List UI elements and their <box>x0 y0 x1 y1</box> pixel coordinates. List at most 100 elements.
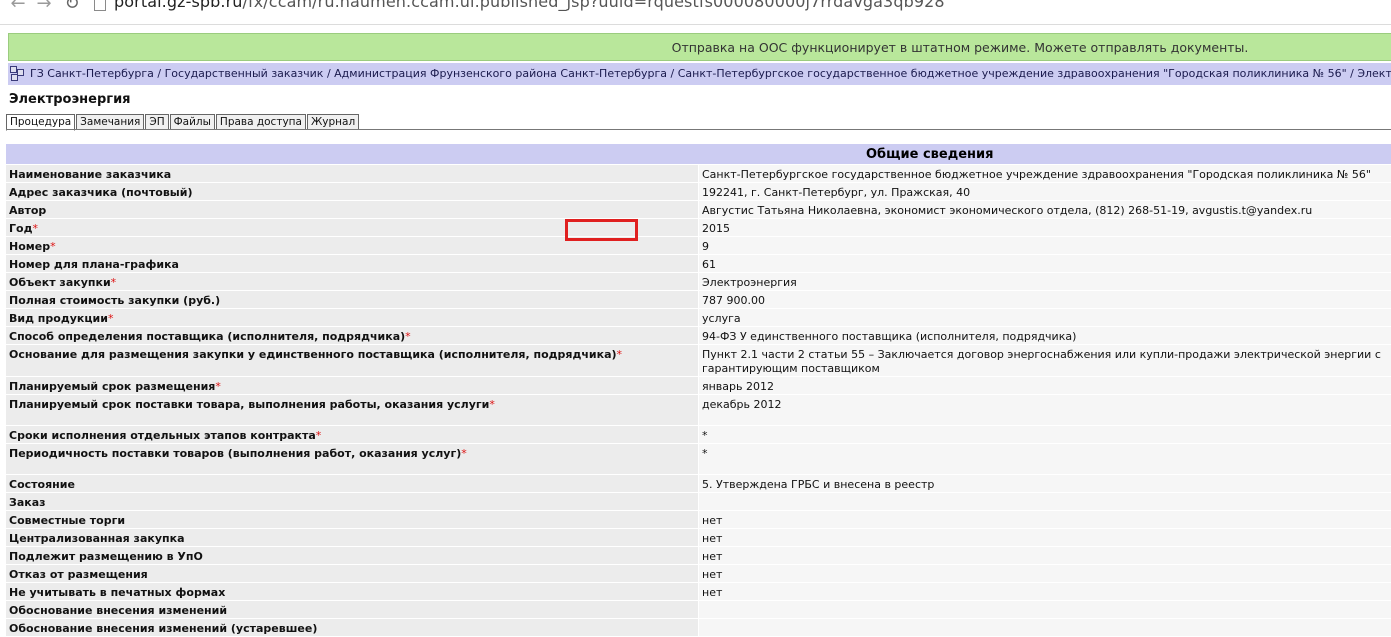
back-arrow-icon[interactable]: ← <box>8 0 28 14</box>
field-value: 192241, г. Санкт-Петербург, ул. Пражская… <box>699 183 1391 201</box>
field-label-text: Обоснование внесения изменений <box>9 604 227 617</box>
table-row: Обоснование внесения изменений (устаревш… <box>6 619 1391 637</box>
required-asterisk: * <box>461 447 467 460</box>
field-label-text: Не учитывать в печатных формах <box>9 586 225 599</box>
table-row: Номер*9 <box>6 237 1391 255</box>
field-label-text: Основание для размещения закупки у единс… <box>9 348 617 361</box>
required-asterisk: * <box>316 429 322 442</box>
field-label-text: Заказ <box>9 496 46 509</box>
tab-divider <box>6 129 1391 130</box>
field-label-text: Объект закупки <box>9 276 111 289</box>
field-label-text: Номер для плана-графика <box>9 258 179 271</box>
field-label-text: Адрес заказчика (почтовый) <box>9 186 192 199</box>
page-icon <box>94 0 106 11</box>
table-row: Обоснование внесения изменений <box>6 601 1391 619</box>
field-label: Обоснование внесения изменений <box>6 601 699 619</box>
field-label-text: Сроки исполнения отдельных этапов контра… <box>9 429 316 442</box>
table-row: Периодичность поставки товаров (выполнен… <box>6 444 1391 475</box>
field-label: Основание для размещения закупки у единс… <box>6 345 699 377</box>
field-label: Номер* <box>6 237 699 255</box>
field-label: Номер для плана-графика <box>6 255 699 273</box>
field-label-text: Год <box>9 222 32 235</box>
tab-journal[interactable]: Журнал <box>307 114 359 130</box>
table-row: Отказ от размещениянет <box>6 565 1391 583</box>
field-label-text: Планируемый срок размещения <box>9 380 215 393</box>
field-value: 5. Утверждена ГРБС и внесена в реестр <box>699 475 1391 493</box>
table-row: Централизованная закупка нет <box>6 529 1391 547</box>
url-path: /fx/ccam/ru.naumen.ccam.ui.published_jsp… <box>243 0 945 11</box>
breadcrumb: ГЗ Санкт-Петербурга / Государственный за… <box>8 63 1391 85</box>
table-row: Объект закупки*Электроэнергия <box>6 273 1391 291</box>
field-value: 61 <box>699 255 1391 273</box>
field-label-text: Подлежит размещению в УпО <box>9 550 203 563</box>
field-value: нет <box>699 547 1391 565</box>
table-row: Вид продукции*услуга <box>6 309 1391 327</box>
field-value: Августис Татьяна Николаевна, экономист э… <box>699 201 1391 219</box>
table-row: Заказ <box>6 493 1391 511</box>
field-value: * <box>699 444 1391 475</box>
field-value: 787 900.00 <box>699 291 1391 309</box>
field-label: Отказ от размещения <box>6 565 699 583</box>
field-label: Совместные торги <box>6 511 699 529</box>
field-value: 9 <box>699 237 1391 255</box>
table-row: Год*2015 <box>6 219 1391 237</box>
table-row: Наименование заказчикаСанкт-Петербургско… <box>6 165 1391 183</box>
tab-remarks[interactable]: Замечания <box>76 114 144 130</box>
address-bar[interactable]: portal.gz-spb.ru/fx/ccam/ru.naumen.ccam.… <box>114 0 945 11</box>
field-label: Заказ <box>6 493 699 511</box>
field-value <box>699 601 1391 619</box>
field-label: Сроки исполнения отдельных этапов контра… <box>6 426 699 444</box>
field-label: Централизованная закупка <box>6 529 699 547</box>
field-value: * <box>699 426 1391 444</box>
table-row: АвторАвгустис Татьяна Николаевна, эконом… <box>6 201 1391 219</box>
table-row: Способ определения поставщика (исполните… <box>6 327 1391 345</box>
field-label-text: Наименование заказчика <box>9 168 171 181</box>
field-label-text: Централизованная закупка <box>9 532 185 545</box>
field-value <box>699 493 1391 511</box>
field-label: Подлежит размещению в УпО <box>6 547 699 565</box>
table-row: Состояние 5. Утверждена ГРБС и внесена в … <box>6 475 1391 493</box>
section-header: Общие сведения <box>6 144 1391 165</box>
field-label-text: Способ определения поставщика (исполните… <box>9 330 405 343</box>
field-label: Наименование заказчика <box>6 165 699 183</box>
field-label: Обоснование внесения изменений (устаревш… <box>6 619 699 637</box>
tab-bar: ПроцедураЗамечанияЭПФайлыПрава доступаЖу… <box>6 114 360 130</box>
url-host: portal.gz-spb.ru <box>114 0 243 11</box>
table-row: Основание для размещения закупки у единс… <box>6 345 1391 377</box>
table-row: Планируемый срок размещения*январь 2012 <box>6 377 1391 395</box>
field-value: январь 2012 <box>699 377 1391 395</box>
tab-signature[interactable]: ЭП <box>145 114 168 130</box>
field-label: Способ определения поставщика (исполните… <box>6 327 699 345</box>
field-label-text: Вид продукции <box>9 312 108 325</box>
general-info-table: Общие сведения Наименование заказчикаСан… <box>6 144 1391 637</box>
status-banner-text: Отправка на ООС функционирует в штатном … <box>672 40 1249 55</box>
reload-icon[interactable]: ↻ <box>62 0 82 14</box>
table-row: Номер для плана-графика 61 <box>6 255 1391 273</box>
field-label-text: Планируемый срок поставки товара, выполн… <box>9 398 489 411</box>
tab-access-rights[interactable]: Права доступа <box>216 114 306 130</box>
field-value: нет <box>699 529 1391 547</box>
field-value: Электроэнергия <box>699 273 1391 291</box>
table-row: Полная стоимость закупки (руб.)787 900.0… <box>6 291 1391 309</box>
field-label: Автор <box>6 201 699 219</box>
field-label-text: Состояние <box>9 478 75 491</box>
forward-arrow-icon[interactable]: → <box>34 0 54 14</box>
required-asterisk: * <box>50 240 56 253</box>
field-value <box>699 619 1391 637</box>
field-label: Вид продукции* <box>6 309 699 327</box>
field-label-text: Отказ от размещения <box>9 568 148 581</box>
field-label: Периодичность поставки товаров (выполнен… <box>6 444 699 475</box>
field-label-text: Номер <box>9 240 50 253</box>
browser-toolbar: ← → ↻ portal.gz-spb.ru/fx/ccam/ru.naumen… <box>0 0 1391 25</box>
required-asterisk: * <box>489 398 495 411</box>
field-label: Адрес заказчика (почтовый) <box>6 183 699 201</box>
field-label: Полная стоимость закупки (руб.) <box>6 291 699 309</box>
tree-icon[interactable] <box>10 66 24 80</box>
required-asterisk: * <box>32 222 38 235</box>
breadcrumb-path[interactable]: ГЗ Санкт-Петербурга / Государственный за… <box>30 67 1391 80</box>
tab-files[interactable]: Файлы <box>170 114 215 130</box>
status-banner: Отправка на ООС функционирует в штатном … <box>8 33 1391 61</box>
field-value: услуга <box>699 309 1391 327</box>
field-label: Состояние <box>6 475 699 493</box>
field-label: Год* <box>6 219 699 237</box>
